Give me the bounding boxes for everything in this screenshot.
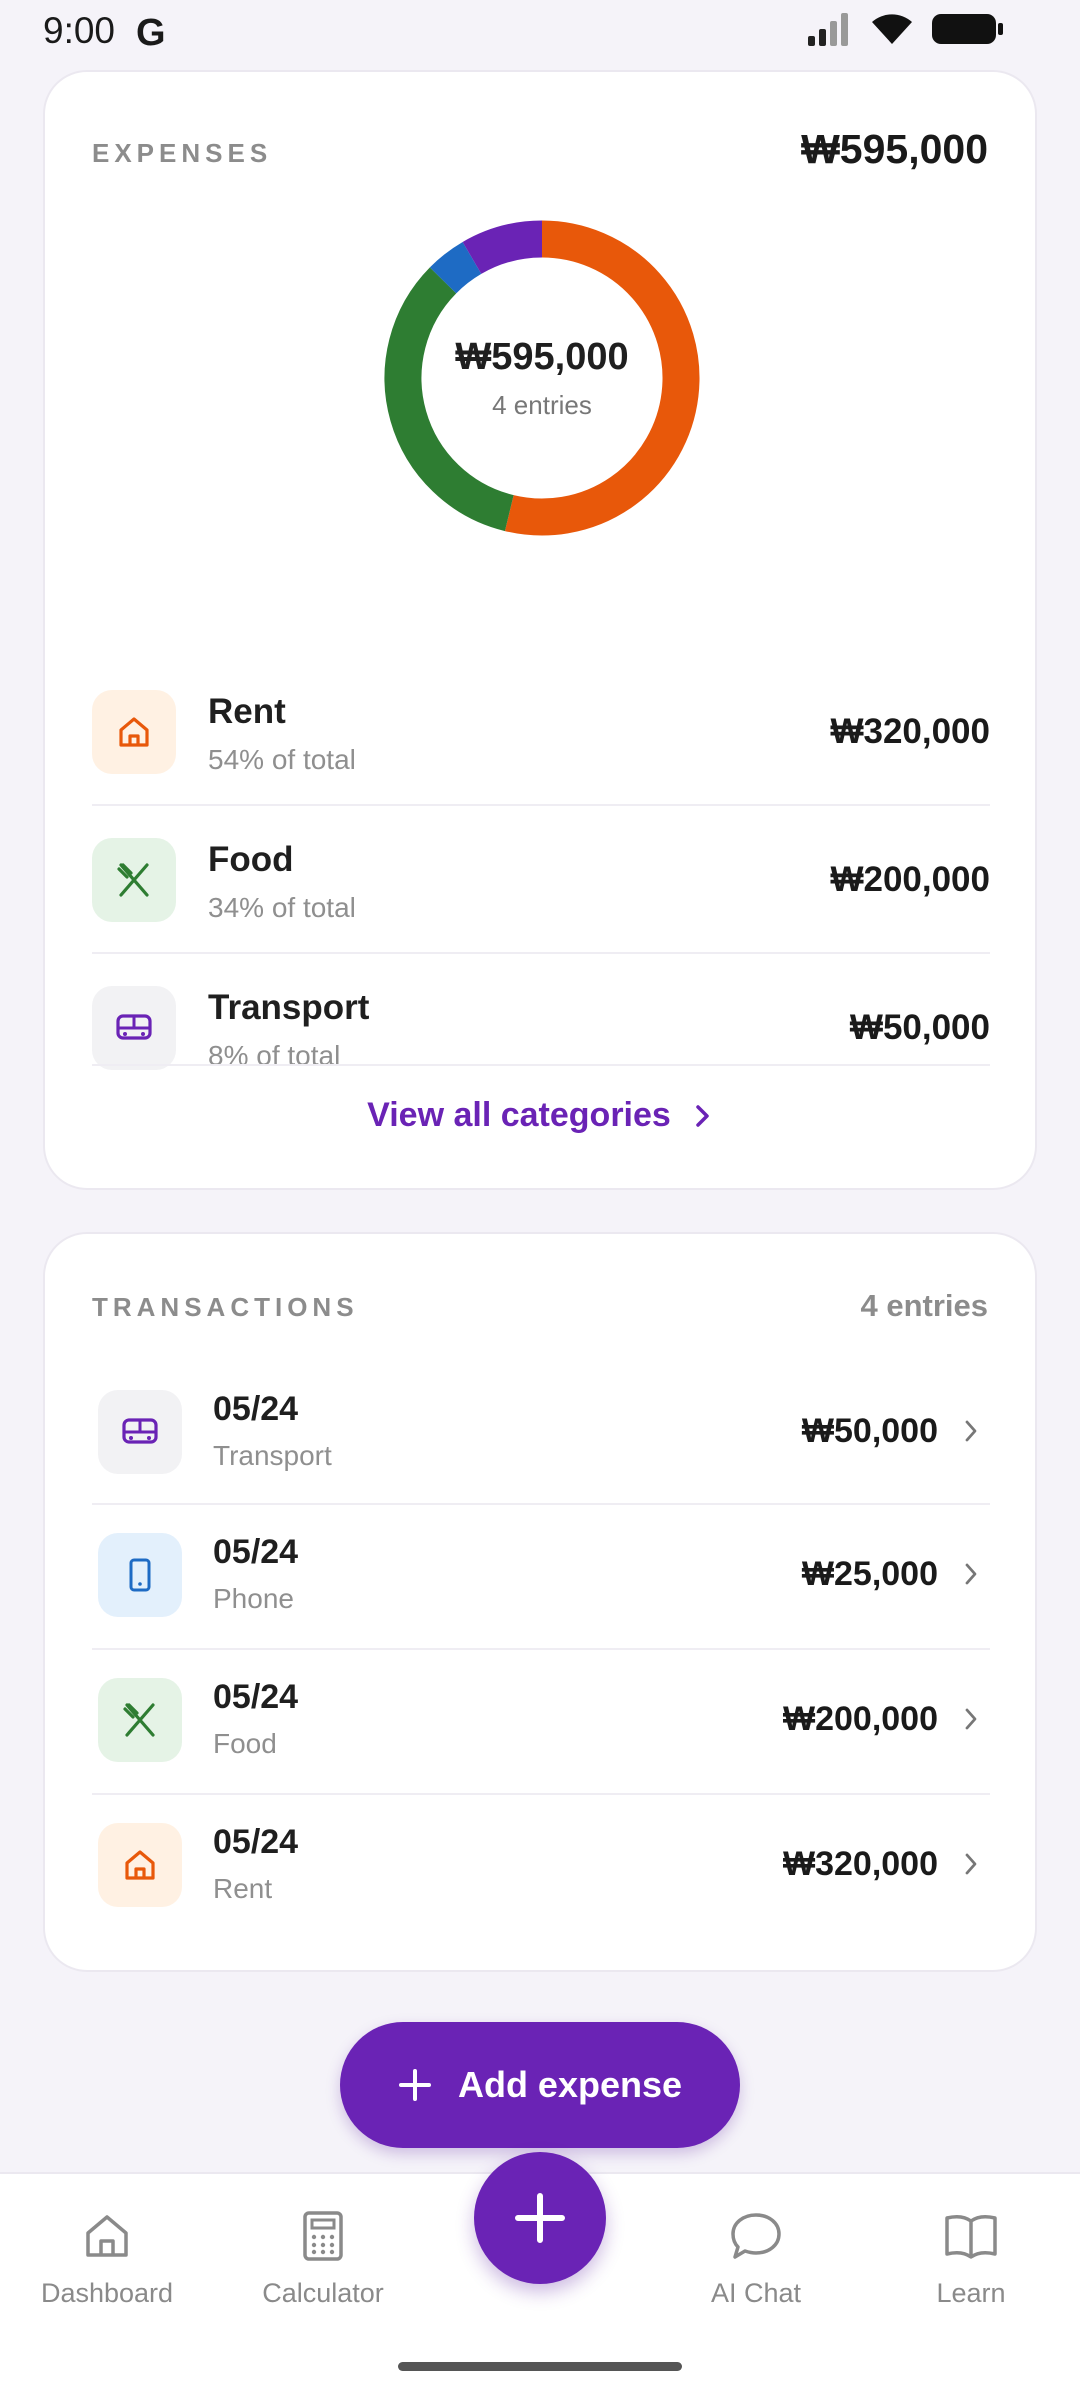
expenses-donut-chart: ₩595,000 4 entries bbox=[382, 218, 702, 538]
expenses-total: ₩595,000 bbox=[801, 126, 988, 172]
chevron-right-icon bbox=[965, 1853, 977, 1875]
transaction-date: 05/24 bbox=[213, 1678, 299, 1716]
nav-dashboard[interactable]: Dashboard bbox=[17, 2206, 197, 2309]
transaction-category: Rent bbox=[213, 1873, 273, 1904]
status-bar: 9:00 G bbox=[0, 0, 1080, 62]
transaction-date: 05/24 bbox=[213, 1823, 299, 1861]
category-row-rent[interactable]: Rent 54% of total ₩320,000 bbox=[92, 658, 990, 806]
category-name: Food bbox=[208, 840, 294, 879]
donut-center-entries: 4 entries bbox=[492, 390, 592, 420]
transaction-date: 05/24 bbox=[213, 1390, 299, 1428]
transaction-amount: ₩25,000 bbox=[801, 1555, 938, 1593]
transaction-category: Food bbox=[213, 1728, 277, 1759]
transactions-card: TRANSACTIONS 4 entries 05/24 Transport ₩… bbox=[43, 1232, 1037, 1972]
fork-knife-icon bbox=[92, 838, 176, 922]
bus-icon bbox=[98, 1390, 182, 1474]
home-icon bbox=[92, 690, 176, 774]
phone-icon bbox=[98, 1533, 182, 1617]
category-name: Transport bbox=[208, 988, 370, 1027]
book-icon bbox=[945, 2215, 997, 2259]
transactions-section-label: TRANSACTIONS bbox=[92, 1292, 359, 1322]
category-row-food[interactable]: Food 34% of total ₩200,000 bbox=[92, 806, 990, 954]
plus-icon bbox=[515, 2193, 565, 2243]
donut-segment-phone bbox=[429, 241, 482, 294]
add-fab-button[interactable] bbox=[474, 2152, 606, 2284]
category-amount: ₩200,000 bbox=[830, 860, 990, 899]
transaction-row[interactable]: 05/24 Phone ₩25,000 bbox=[92, 1505, 990, 1650]
chevron-right-icon bbox=[965, 1420, 977, 1442]
transaction-row[interactable]: 05/24 Food ₩200,000 bbox=[92, 1650, 990, 1795]
divider bbox=[92, 1064, 990, 1066]
nav-learn[interactable]: Learn bbox=[881, 2206, 1061, 2309]
chevron-right-icon bbox=[696, 1105, 709, 1127]
nav-learn-label: Learn bbox=[936, 2278, 1006, 2308]
category-amount: ₩50,000 bbox=[849, 1008, 990, 1047]
category-share: 54% of total bbox=[208, 744, 356, 775]
nav-dashboard-label: Dashboard bbox=[40, 2278, 174, 2308]
nav-calculator[interactable]: Calculator bbox=[233, 2206, 413, 2309]
transaction-category: Transport bbox=[213, 1440, 332, 1471]
google-logo-icon: G bbox=[136, 12, 166, 54]
chat-bubble-icon bbox=[731, 2213, 781, 2259]
status-icons bbox=[806, 12, 1004, 46]
home-indicator[interactable] bbox=[398, 2362, 682, 2371]
expenses-section-label: EXPENSES bbox=[92, 138, 273, 168]
add-expense-button[interactable]: Add expense bbox=[340, 2022, 740, 2148]
chevron-right-icon bbox=[965, 1708, 977, 1730]
fork-knife-icon bbox=[98, 1678, 182, 1762]
battery-icon bbox=[932, 14, 1003, 44]
chevron-right-icon bbox=[965, 1563, 977, 1585]
nav-ai-chat-label: AI Chat bbox=[710, 2278, 802, 2308]
plus-icon bbox=[398, 2069, 431, 2101]
view-all-label: View all categories bbox=[367, 1096, 671, 1134]
transaction-amount: ₩50,000 bbox=[801, 1412, 938, 1450]
transaction-row[interactable]: 05/24 Transport ₩50,000 bbox=[92, 1360, 990, 1505]
category-row-transport[interactable]: Transport 8% of total ₩50,000 bbox=[92, 954, 990, 1102]
category-share: 8% of total bbox=[208, 1040, 341, 1071]
donut-segment-transport bbox=[462, 220, 543, 275]
transactions-count: 4 entries bbox=[860, 1288, 988, 1323]
calculator-icon bbox=[303, 2211, 343, 2261]
wifi-icon bbox=[872, 14, 912, 44]
transaction-amount: ₩200,000 bbox=[783, 1700, 938, 1738]
home-icon bbox=[86, 2215, 128, 2257]
transaction-date: 05/24 bbox=[213, 1533, 299, 1571]
signal-icon bbox=[808, 13, 848, 46]
bus-icon bbox=[92, 986, 176, 1070]
transaction-row[interactable]: 05/24 Rent ₩320,000 bbox=[92, 1795, 990, 1940]
donut-center-amount: ₩595,000 bbox=[455, 336, 629, 378]
nav-calculator-label: Calculator bbox=[262, 2278, 384, 2308]
nav-ai-chat[interactable]: AI Chat bbox=[666, 2206, 846, 2309]
transaction-category: Phone bbox=[213, 1583, 294, 1614]
expenses-card: EXPENSES ₩595,000 ₩595,000 4 entries Ren… bbox=[43, 70, 1037, 1190]
transaction-amount: ₩320,000 bbox=[783, 1845, 938, 1883]
home-icon bbox=[98, 1823, 182, 1907]
category-amount: ₩320,000 bbox=[830, 712, 990, 751]
category-share: 34% of total bbox=[208, 892, 356, 923]
add-expense-label: Add expense bbox=[457, 2064, 683, 2105]
status-time: 9:00 bbox=[43, 10, 116, 51]
view-all-categories-link[interactable]: View all categories bbox=[45, 1096, 1035, 1135]
category-name: Rent bbox=[208, 692, 286, 731]
